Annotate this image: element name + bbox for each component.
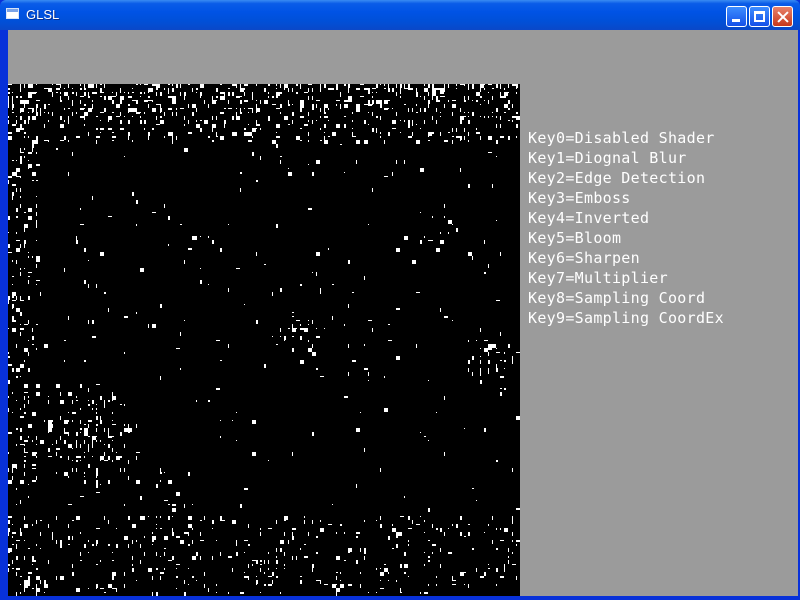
application-window-icon[interactable] <box>6 8 19 19</box>
app-window: GLSL Key0=Disabled Shader Key1=Diognal B… <box>0 0 800 600</box>
edge-detection-render <box>8 84 520 596</box>
legend-item-key8: Key8=Sampling Coord <box>528 289 706 307</box>
legend-item-key9: Key9=Sampling CoordEx <box>528 309 724 327</box>
close-button[interactable] <box>772 6 793 27</box>
shader-key-legend: Key0=Disabled Shader Key1=Diognal Blur K… <box>528 128 724 328</box>
title-bar[interactable]: GLSL <box>0 0 800 30</box>
legend-item-key3: Key3=Emboss <box>528 189 631 207</box>
legend-item-key6: Key6=Sharpen <box>528 249 640 267</box>
client-area: Key0=Disabled Shader Key1=Diognal Blur K… <box>8 30 798 596</box>
maximize-button[interactable] <box>749 6 770 27</box>
window-title: GLSL <box>26 7 60 22</box>
legend-item-key5: Key5=Bloom <box>528 229 622 247</box>
render-viewport[interactable] <box>8 84 520 596</box>
legend-item-key2: Key2=Edge Detection <box>528 169 706 187</box>
legend-item-key4: Key4=Inverted <box>528 209 650 227</box>
legend-item-key1: Key1=Diognal Blur <box>528 149 687 167</box>
legend-item-key7: Key7=Multiplier <box>528 269 668 287</box>
legend-item-key0: Key0=Disabled Shader <box>528 129 715 147</box>
minimize-button[interactable] <box>726 6 747 27</box>
